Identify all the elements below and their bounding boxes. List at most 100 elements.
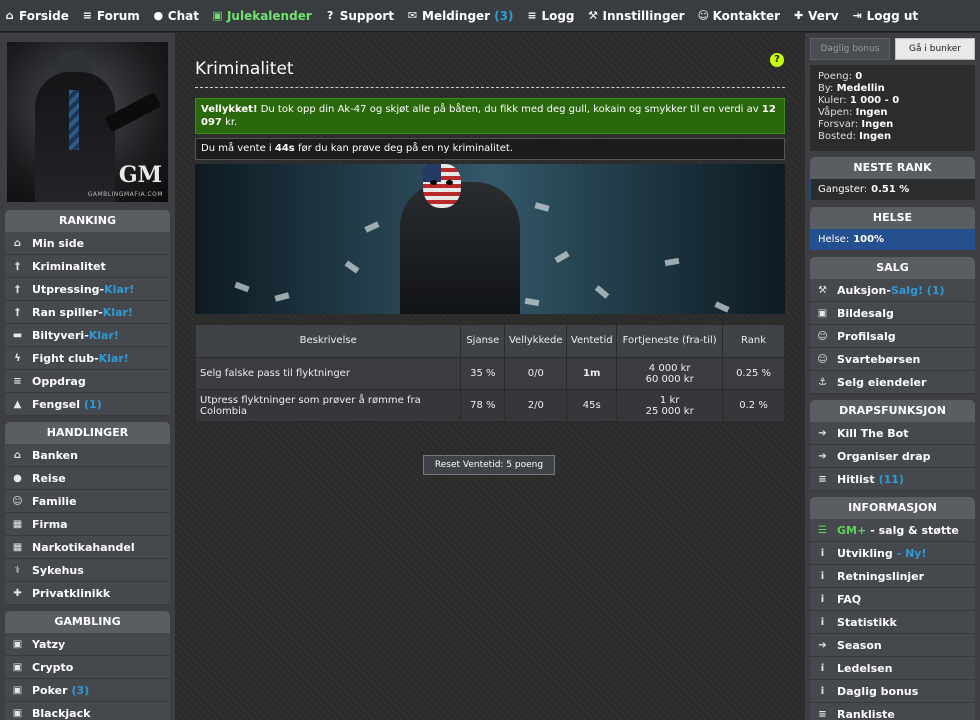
stat-line: Poeng: 0 [818,71,967,83]
wrench-icon: ⚒ [588,9,598,22]
medkit-icon: ✚ [13,587,22,599]
person-icon: † [15,260,20,272]
sidebar-item-extra: (11) [878,472,904,486]
sidebar-item-faq[interactable]: i FAQ [810,588,975,611]
sidebar-item-banken[interactable]: ⌂ Banken [5,444,170,467]
nav-forside[interactable]: ⌂ Forside [4,9,69,23]
nav-label: Julekalender [226,8,312,23]
daily-bonus-button[interactable]: Daglig bonus [810,38,890,60]
sidebar-item-yatzy[interactable]: ▣ Yatzy [5,633,170,656]
sidebar-item-blackjack[interactable]: ▣ Blackjack [5,702,170,720]
sidebar-item-retningslinjer[interactable]: i Retningslinjer [810,565,975,588]
sidebar-item-bildesalg[interactable]: ▣ Bildesalg [810,302,975,325]
ranking-panel: RANKING ⌂ Min side † Kriminalitet † Utpressing… [5,210,170,416]
sidebar-item-fight-club[interactable]: ϟ Fight club - Klar! [5,347,170,370]
sidebar-item-daglig-bonus[interactable]: i Daglig bonus [810,680,975,703]
sidebar-item-privatklinikk[interactable]: ✚ Privatklinikk [5,582,170,605]
sidebar-item-selg-eiendeler[interactable]: ⚓ Selg eiendeler [810,371,975,394]
nav-chat[interactable]: ● Chat [153,9,199,23]
success-text: Du tok opp din Ak-47 og skjøt alle på bå… [260,104,759,115]
col-chance: Sjanse [460,324,506,358]
nav-meldinger[interactable]: ✉ Meldinger (3) [407,9,514,23]
question-icon: ? [327,9,334,22]
crime-description[interactable]: Utpress flyktninger som prøver å rømme f… [194,389,462,422]
sidebar-item-ledelsen[interactable]: i Ledelsen [810,657,975,680]
reset-wait-button[interactable]: Reset Ventetid: 5 poeng [423,455,555,475]
sidebar-item-firma[interactable]: ▦ Firma [5,513,170,536]
nav-logg-ut[interactable]: ⇥ Logg ut [852,9,918,23]
sidebar-item-label: Utpressing [32,282,100,296]
globe-icon: ● [13,472,22,484]
sidebar-item-kill-the-bot[interactable]: ➔ Kill The Bot [810,422,975,445]
sidebar-item-kriminalitet[interactable]: † Kriminalitet [5,255,170,278]
sidebar-item-profilsalg[interactable]: ☺ Profilsalg [810,325,975,348]
sidebar-item-statistikk[interactable]: i Statistikk [810,611,975,634]
stat-label: Bosted: [818,131,856,142]
sidebar-item-oppdrag[interactable]: ≡ Oppdrag [5,370,170,393]
lock-icon: ▲ [13,398,22,410]
success-unit: kr. [225,117,238,128]
help-icon[interactable]: ? [770,53,784,67]
stat-label: Forsvar: [818,119,859,130]
nav-kontakter[interactable]: ☺ Kontakter [698,9,780,23]
page-title: Kriminalitet [195,59,294,79]
home-icon: ⌂ [5,9,14,22]
nav-verv[interactable]: ✚ Verv [793,9,839,23]
avatar[interactable]: GM GAMBLINGMAFIA.COM [7,42,168,202]
sidebar-item-ran-spiller[interactable]: † Ran spiller - Klar! [5,301,170,324]
sidebar-item-hitlist[interactable]: ≡ Hitlist (11) [810,468,975,491]
info-icon: i [820,547,825,559]
nav-logg[interactable]: ≡ Logg [526,9,574,23]
sidebar-item-label: FAQ [837,592,862,606]
table-row[interactable]: Utpress flyktninger som prøver å rømme f… [194,389,785,422]
nav-forum[interactable]: ≡ Forum [82,9,140,23]
sidebar-item-rankliste[interactable]: ≡ Rankliste [810,703,975,720]
sidebar-item-organiser-drap[interactable]: ➔ Organiser drap [810,445,975,468]
sidebar-item-utvikling[interactable]: i Utvikling - Ny! [810,542,975,565]
sidebar-item-svarteb-rsen[interactable]: ☺ Svartebørsen [810,348,975,371]
envelope-icon: ✉ [407,9,418,22]
sidebar-item-label: Min side [32,236,85,250]
sidebar-item-familie[interactable]: ☺ Familie [5,490,170,513]
sidebar-item-min-side[interactable]: ⌂ Min side [5,232,170,255]
info-icon: i [820,593,825,605]
sidebar-item-auksjon[interactable]: ⚒ Auksjon - Salg! (1) [810,279,975,302]
nav-support[interactable]: ? Support [325,9,394,23]
sidebar-item-season[interactable]: ➔ Season [810,634,975,657]
title-divider [195,87,785,88]
nav-innstillinger[interactable]: ⚒ Innstillinger [588,9,685,23]
main-content: Kriminalitet ? Vellykket! Du tok opp din… [175,33,805,720]
health-panel: HELSE Helse: 100% [810,207,975,250]
sidebar-item-label: Privatklinikk [32,586,111,600]
money-icon: ▣ [12,661,23,673]
crime-table: Beskrivelse Sjanse Vellykkede Ventetid F… [194,324,785,422]
sidebar-item-crypto[interactable]: ▣ Crypto [5,656,170,679]
sidebar-item-poker[interactable]: ▣ Poker (3) [5,679,170,702]
banner-bill [344,260,360,274]
sidebar-item-utpressing[interactable]: † Utpressing - Klar! [5,278,170,301]
crime-description[interactable]: Selg falske pass til flyktninger [194,357,462,390]
sidebar-item-sykehus[interactable]: ⚕ Sykehus [5,559,170,582]
panel-header: HELSE [810,207,975,229]
sidebar-item-label: Narkotikahandel [32,540,135,554]
crime-wait: 1m [566,357,618,390]
nav-julekalender[interactable]: ▣ Julekalender [212,8,312,23]
next-rank-fill [810,179,811,200]
col-description: Beskrivelse [194,324,462,358]
stat-line: Bosted: Ingen [818,131,967,143]
sidebar-item-biltyveri[interactable]: ▬ Biltyveri - Klar! [5,324,170,347]
sidebar-item-reise[interactable]: ● Reise [5,467,170,490]
right-sidebar: Daglig bonus Gå i bunker Poeng: 0 By: Med… [805,33,980,720]
sidebar-item-label: Auksjon [837,283,887,297]
person-icon: † [15,283,20,295]
sidebar-item-narkotikahandel[interactable]: ▦ Narkotikahandel [5,536,170,559]
bunker-button[interactable]: Gå i bunker [895,38,975,60]
gm-logo-url: GAMBLINGMAFIA.COM [87,191,163,198]
banner-bill [534,202,550,212]
sidebar-item-extra: Klar! [88,328,119,342]
sidebar-item-extra: Klar! [104,282,135,296]
table-row[interactable]: Selg falske pass til flyktninger 35 % 0/… [194,357,785,390]
sidebar-item-fengsel[interactable]: ▲ Fengsel (1) [5,393,170,416]
player-stats: Poeng: 0 By: Medellin Kuler: 1 000 - 0 Våpe… [810,65,975,151]
sidebar-item-gm-[interactable]: ☰ GM+ - salg & støtte [810,519,975,542]
